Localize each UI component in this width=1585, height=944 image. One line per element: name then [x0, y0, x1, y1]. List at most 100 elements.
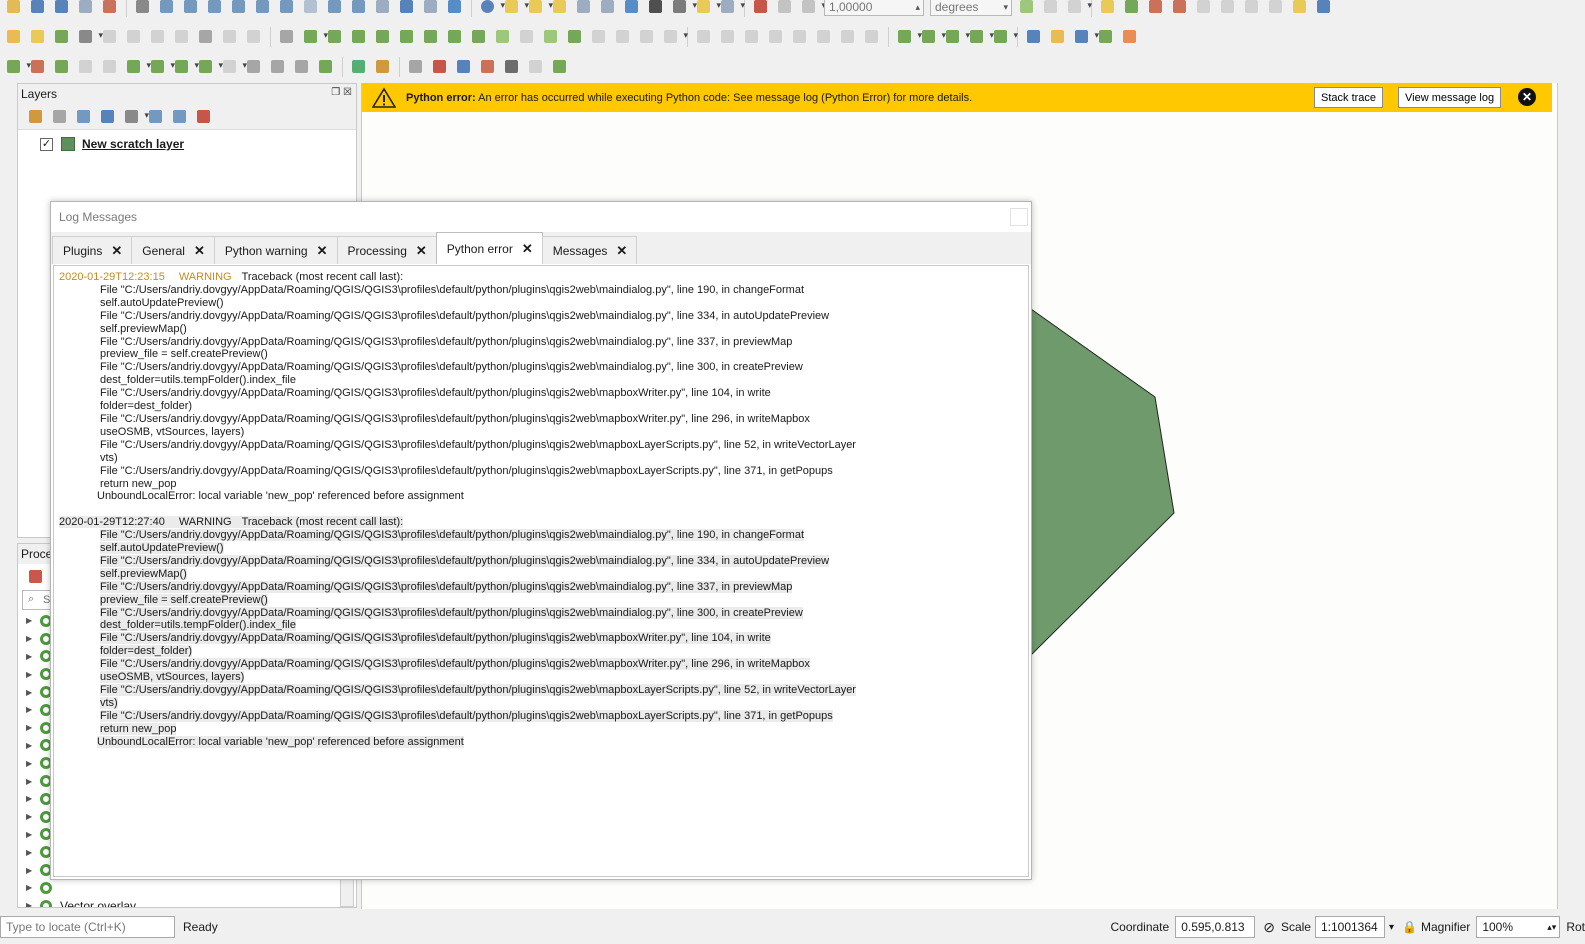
zoom-out-icon[interactable] [206, 0, 224, 16]
advanced-edit-5-icon[interactable] [791, 28, 809, 46]
advanced-edit-8-icon[interactable] [863, 28, 881, 46]
georeferencer-icon[interactable] [1315, 0, 1333, 16]
layer-row[interactable]: ✓ New scratch layer [18, 135, 356, 153]
deselect-icon[interactable] [551, 0, 569, 16]
processing-scrollbar[interactable] [340, 879, 354, 907]
delete-ring-icon[interactable] [1042, 0, 1060, 16]
reshape-icon[interactable] [1066, 0, 1092, 16]
scale-select[interactable]: 1:1001364 [1314, 916, 1385, 938]
add-xyz-icon[interactable] [197, 58, 223, 76]
tab-close-icon[interactable]: ✕ [194, 243, 205, 259]
globe-icon[interactable] [503, 58, 521, 76]
identify-icon[interactable] [479, 0, 505, 16]
add-vector-icon[interactable] [920, 28, 946, 46]
tab-close-icon[interactable]: ✕ [616, 243, 627, 259]
plugin-pen-icon[interactable] [374, 58, 392, 76]
rotate-point-icon[interactable] [638, 28, 656, 46]
advanced-edit-3-icon[interactable] [743, 28, 761, 46]
layer-name[interactable]: New scratch layer [82, 137, 184, 151]
pan-icon[interactable] [134, 0, 152, 16]
zoom-next-icon[interactable] [350, 0, 368, 16]
field-calculator-icon[interactable] [599, 0, 617, 16]
undo-icon[interactable] [221, 28, 239, 46]
add-mesh-icon[interactable] [992, 28, 1018, 46]
split-features-icon[interactable] [1018, 0, 1036, 16]
settings-target-icon[interactable] [479, 58, 497, 76]
add-wms-icon[interactable] [125, 58, 151, 76]
add-postgis-icon[interactable] [29, 58, 47, 76]
expression-filter-icon[interactable] [123, 108, 149, 126]
close-banner-icon[interactable]: ✕ [1518, 88, 1536, 106]
shape-digitize-icon[interactable] [662, 28, 688, 46]
advanced-edit-7-icon[interactable] [839, 28, 857, 46]
advanced-edit-1-icon[interactable] [695, 28, 713, 46]
python-console-icon[interactable] [1025, 28, 1043, 46]
show-bookmarks-icon[interactable] [422, 0, 440, 16]
label-show-icon[interactable] [1243, 0, 1261, 16]
scale-dropdown-icon[interactable]: ▾ [1389, 922, 1394, 933]
tab-close-icon[interactable]: ✕ [317, 243, 328, 259]
geometry-checker-icon[interactable] [1291, 0, 1309, 16]
new-map-view-icon[interactable] [374, 0, 392, 16]
save-edits-icon[interactable] [53, 28, 71, 46]
add-part-icon[interactable] [326, 28, 344, 46]
add-oracle-icon[interactable] [101, 58, 119, 76]
bookmark-icon[interactable] [398, 0, 416, 16]
tab-processing[interactable]: Processing ✕ [336, 236, 437, 264]
attribute-table-icon[interactable] [575, 0, 593, 16]
pan-to-selection-icon[interactable] [158, 0, 176, 16]
zoom-full-icon[interactable] [230, 0, 248, 16]
add-delimited-icon[interactable] [968, 28, 994, 46]
filter-icon[interactable] [99, 108, 117, 126]
plugin-undo-icon[interactable] [1073, 28, 1099, 46]
dialog-close-button[interactable] [1010, 208, 1028, 226]
add-vectortile-icon[interactable] [221, 58, 247, 76]
locator-input[interactable]: Type to locate (Ctrl+K) [0, 916, 175, 938]
add-arcgis-icon[interactable] [245, 58, 263, 76]
lock-scale-icon[interactable]: 🔒 [1402, 920, 1417, 934]
map-tips-icon[interactable] [695, 0, 721, 16]
tab-general[interactable]: General ✕ [131, 236, 215, 264]
text-annotation-icon[interactable] [719, 0, 745, 16]
label-change-icon[interactable] [1219, 0, 1237, 16]
advanced-edit-6-icon[interactable] [815, 28, 833, 46]
diagram-icon[interactable] [1267, 0, 1285, 16]
select-features-icon[interactable] [503, 0, 529, 16]
qgis2web-icon[interactable] [1097, 28, 1115, 46]
plugin-edit-icon[interactable] [1049, 28, 1067, 46]
zoom-selection-icon[interactable] [254, 0, 272, 16]
panel-float-close-icon[interactable]: ❐ ☒ [331, 87, 352, 98]
tab-python-warning[interactable]: Python warning ✕ [213, 236, 338, 264]
merge-features-icon[interactable] [566, 28, 584, 46]
split-parts-icon[interactable] [542, 28, 560, 46]
web-export-icon[interactable] [1121, 28, 1139, 46]
tree-item-vector-overlay[interactable]: ▶ Vector overlay [18, 897, 356, 907]
visibility-eye-icon[interactable] [75, 108, 93, 126]
label-pin-icon[interactable] [1123, 0, 1141, 16]
copy-icon[interactable] [173, 28, 191, 46]
snapping-tolerance-input[interactable]: 1,00000 ▴ [824, 0, 924, 16]
zoom-in-icon[interactable] [182, 0, 200, 16]
qgis2web-export-icon[interactable] [350, 58, 368, 76]
rotate-feature-icon[interactable] [494, 28, 512, 46]
expand-all-icon[interactable] [147, 108, 165, 126]
label-move-icon[interactable] [1171, 0, 1189, 16]
add-raster-icon[interactable] [944, 28, 970, 46]
digitizing-tool-icon[interactable] [278, 28, 296, 46]
refresh-icon[interactable] [446, 0, 464, 16]
zoom-last-icon[interactable] [326, 0, 344, 16]
save-as-icon[interactable] [53, 0, 71, 16]
label-highlight-icon[interactable] [1147, 0, 1165, 16]
magnify-icon[interactable] [455, 58, 473, 76]
label-rotate-icon[interactable] [1195, 0, 1213, 16]
tab-messages[interactable]: Messages ✕ [541, 236, 638, 264]
fill-ring-icon[interactable] [350, 28, 368, 46]
zoom-layer-icon[interactable] [278, 0, 296, 16]
paste-icon[interactable] [197, 28, 215, 46]
add-spatialite-icon[interactable] [53, 58, 71, 76]
zoom-native-icon[interactable] [302, 0, 320, 16]
add-ring-icon[interactable] [302, 28, 328, 46]
stack-trace-button[interactable]: Stack trace [1314, 87, 1384, 108]
redo-icon[interactable] [245, 28, 263, 46]
add-group-icon[interactable] [51, 108, 69, 126]
